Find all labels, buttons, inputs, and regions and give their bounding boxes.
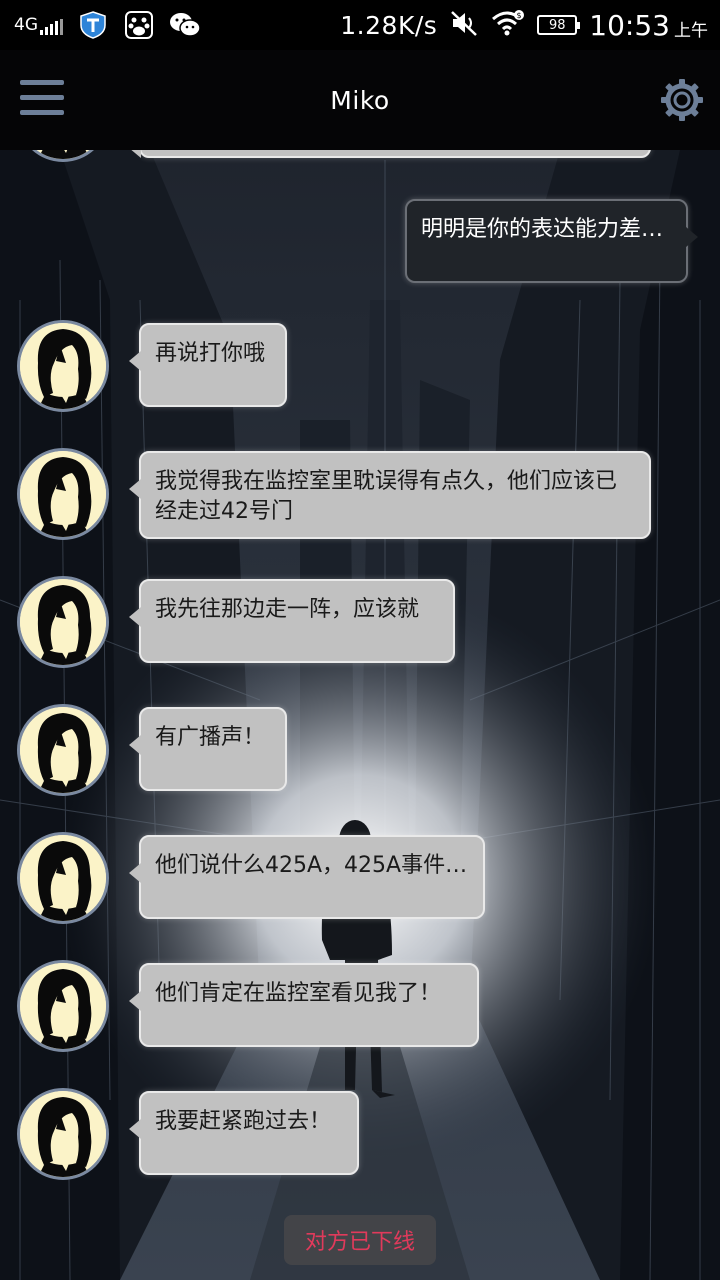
battery-level: 98 xyxy=(549,17,566,33)
message-text: 我觉得我在监控室里耽误得有点久，他们应该已经走过42号门 xyxy=(155,469,618,524)
message-bubble-incoming[interactable]: 他们肯定在监控室看见我了！ xyxy=(129,963,479,1047)
chat-message-list[interactable]: 明明是你的表达能力差… 再说打你哦 我觉得我在监控室里耽误得有点久，他们应该已经… xyxy=(0,150,720,1280)
avatar xyxy=(17,448,109,540)
baidu-app-icon xyxy=(123,9,155,41)
avatar xyxy=(17,960,109,1052)
mute-icon xyxy=(449,9,479,41)
page-title: Miko xyxy=(330,85,390,115)
battery-icon: 98 xyxy=(537,15,581,35)
clock-am-pm: 上午 xyxy=(674,20,708,41)
avatar xyxy=(17,1088,109,1180)
clock-time: 10:53 xyxy=(589,8,670,42)
message-text: 我先往那边走一阵，应该就 xyxy=(155,597,420,622)
message-bubble-incoming[interactable]: 我先往那边走一阵，应该就 xyxy=(129,579,455,663)
gear-icon[interactable] xyxy=(660,78,704,122)
avatar xyxy=(17,576,109,668)
message-bubble-incoming[interactable]: 我觉得我在监控室里耽误得有点久，他们应该已经走过42号门 xyxy=(129,451,651,539)
message-text: 他们说什么425A，425A事件… xyxy=(155,853,468,878)
avatar xyxy=(17,832,109,924)
shield-app-icon xyxy=(77,9,109,41)
network-type: 4G xyxy=(14,15,38,35)
avatar-girl-image xyxy=(20,579,106,665)
message-bubble-incoming[interactable]: 他们说什么425A，425A事件… xyxy=(129,835,485,919)
avatar-girl-image xyxy=(20,1091,106,1177)
message-text: 他们肯定在监控室看见我了！ xyxy=(155,981,442,1006)
wechat-app-icon xyxy=(169,9,201,41)
offline-status-text: 对方已下线 xyxy=(304,1230,415,1255)
message-text: 我要赶紧跑过去！ xyxy=(155,1109,332,1134)
signal-icon: 4G xyxy=(14,15,63,35)
message-text: 明明是你的表达能力差… xyxy=(421,217,664,242)
app-header: Miko xyxy=(0,50,720,150)
svg-text:$: $ xyxy=(517,11,522,20)
network-speed: 1.28K/s xyxy=(340,10,438,40)
hamburger-menu-icon[interactable] xyxy=(20,80,64,120)
message-bubble-incoming[interactable] xyxy=(129,150,651,158)
status-bar: 4G 1.28K/s $ 98 10:53 上午 xyxy=(0,0,720,50)
message-bubble-outgoing[interactable]: 明明是你的表达能力差… xyxy=(405,199,698,283)
avatar-girl-image xyxy=(20,963,106,1049)
avatar-girl-image xyxy=(20,835,106,921)
avatar xyxy=(17,150,109,162)
wifi-icon: $ xyxy=(491,9,525,41)
avatar xyxy=(17,320,109,412)
avatar-girl-image xyxy=(20,150,106,159)
avatar-girl-image xyxy=(20,707,106,793)
avatar-girl-image xyxy=(20,451,106,537)
avatar xyxy=(17,704,109,796)
offline-status-badge: 对方已下线 xyxy=(284,1215,436,1265)
message-bubble-incoming[interactable]: 再说打你哦 xyxy=(129,323,287,407)
avatar-girl-image xyxy=(20,323,106,409)
message-text: 有广播声！ xyxy=(155,725,266,750)
message-text: 再说打你哦 xyxy=(155,341,266,366)
message-bubble-incoming[interactable]: 我要赶紧跑过去！ xyxy=(129,1091,359,1175)
message-bubble-incoming[interactable]: 有广播声！ xyxy=(129,707,287,791)
